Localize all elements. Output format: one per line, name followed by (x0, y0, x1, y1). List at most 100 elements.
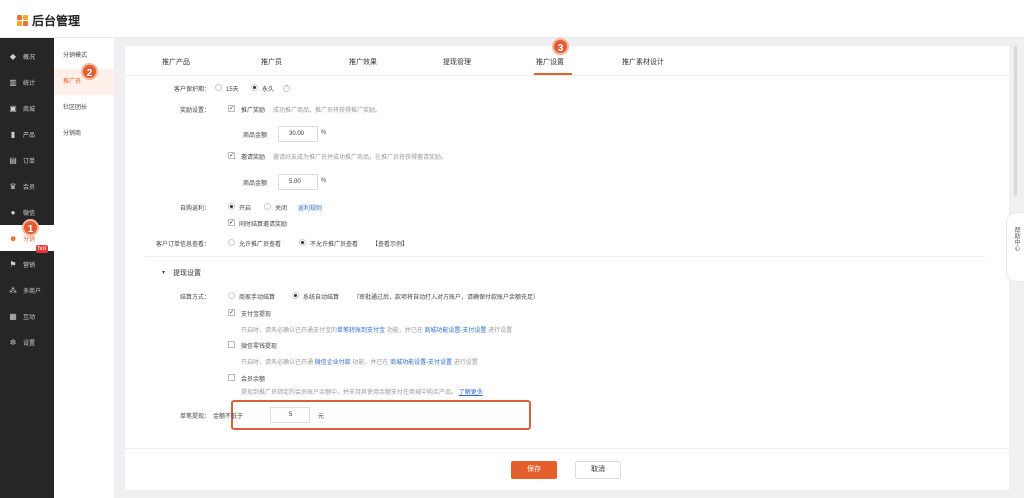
sidebar-item-marketing[interactable]: ⚑ 营销 hot (0, 245, 54, 277)
order-allow-radio[interactable] (228, 239, 235, 246)
settle-manual-text: 商家手动结算 (239, 295, 276, 301)
wechat-pay-settings-link[interactable]: 商城功能设置-支付设置 (390, 360, 452, 366)
hot-badge: hot (35, 245, 48, 253)
wechat-pay-link[interactable]: 微信企业付款 (315, 360, 351, 366)
self-buy-on-text: 开启 (239, 206, 252, 212)
step-marker-1: 1 (22, 219, 39, 236)
settle-desc: （审批通过后，款项将自动打入对方账户，请确保付款账户余额充足） (353, 295, 540, 301)
amount2-input[interactable]: 5.00 (278, 174, 318, 190)
amount1-label: 商品金额 (243, 133, 268, 139)
merchant-icon: ⁂ (9, 285, 17, 295)
promote-reward-checkbox[interactable]: ✓ (228, 105, 235, 112)
withdraw-section-title: 提现设置 (173, 270, 201, 277)
also-invite-text: 同时结算邀请奖励 (239, 222, 288, 228)
settle-auto-text: 系统自动结算 (303, 295, 340, 301)
wechat-change-checkbox[interactable] (228, 341, 235, 348)
tab-promoters[interactable]: 推广员 (261, 57, 282, 67)
view-example-link[interactable]: 【查看示例】 (372, 239, 408, 248)
percent2: % (321, 178, 327, 184)
footer-bar: 保存 取消 (125, 448, 1009, 490)
alipay-text: 支付宝提现 (241, 312, 272, 318)
settle-auto-radio[interactable] (292, 292, 299, 299)
sidebar-item-interact[interactable]: ▦ 互动 (0, 303, 54, 329)
product-icon: ▮ (10, 129, 16, 139)
sidebar-item-settings[interactable]: ✲ 设置 (0, 329, 54, 355)
promote-reward-desc: 成功推广商品，推广员将获得推广奖励。 (273, 108, 382, 114)
cancel-button[interactable]: 取消 (575, 461, 621, 479)
protect-forever-text: 永久 (262, 87, 275, 93)
interact-icon: ▦ (9, 311, 17, 321)
save-button[interactable]: 保存 (511, 461, 557, 479)
member-balance-text: 会员余额 (241, 377, 266, 383)
sidebar-item-product[interactable]: ▮ 产品 (0, 121, 54, 147)
section-divider (145, 256, 985, 257)
protect-15days-text: 15天 (226, 87, 239, 93)
sidebar-item-store[interactable]: ▣ 商城 (0, 95, 54, 121)
help-icon[interactable]: ? (283, 85, 290, 92)
settings-form: 客户保护期： 15天 永久 ? 奖励设置： ✓ 推广奖励 成功推广商品，推广员将… (125, 76, 1009, 454)
dashboard-icon: ◆ (9, 51, 17, 61)
order-deny-radio[interactable] (299, 239, 306, 246)
sidebar-item-overview[interactable]: ◆ 概况 (0, 43, 54, 69)
order-deny-text: 不允许推广员查看 (310, 242, 359, 248)
store-icon: ▣ (9, 103, 17, 113)
user-share-icon: ☻ (9, 233, 18, 243)
tab-promote-settings[interactable]: 推广设置 (536, 57, 564, 67)
also-invite-checkbox[interactable]: ✓ (228, 219, 235, 226)
collapse-chevron-icon[interactable]: ▾ (162, 269, 165, 276)
scrollbar[interactable] (1014, 46, 1017, 196)
self-buy-label: 自购返利： (179, 206, 210, 212)
app-title: 后台管理 (32, 14, 81, 28)
wechat-desc: 开启时，请务必确认已开通 微信企业付款 功能，并已在 商城功能设置-支付设置 进… (241, 360, 478, 366)
order-allow-text: 允许推广员查看 (239, 242, 282, 248)
protect-15days-radio[interactable] (215, 84, 222, 91)
sidebar-item-order[interactable]: ▤ 订单 (0, 147, 54, 173)
wechat-icon: ● (10, 207, 16, 217)
min-amount-label: 金额不低于 (213, 414, 244, 420)
flag-icon: ⚑ (9, 259, 17, 269)
rebate-rule-link[interactable]: 返利规则 (298, 203, 322, 212)
amount2-label: 商品金额 (243, 181, 268, 187)
min-amount-input[interactable]: 5 (270, 407, 310, 423)
alipay-transfer-link[interactable]: 单笔转账到支付宝 (337, 328, 385, 334)
settle-label: 结算方式： (179, 295, 210, 301)
order-icon: ▤ (9, 155, 17, 165)
tab-promote-effect[interactable]: 推广效果 (349, 57, 377, 67)
invite-reward-checkbox[interactable]: ✓ (228, 152, 235, 159)
top-bar: 后台管理 (0, 0, 1024, 38)
settle-manual-radio[interactable] (228, 292, 235, 299)
app-logo[interactable]: 后台管理 (17, 12, 80, 29)
self-buy-off-radio[interactable] (264, 203, 271, 210)
self-buy-on-radio[interactable] (228, 203, 235, 210)
tab-promote-material[interactable]: 推广素材设计 (622, 57, 664, 67)
wechat-change-text: 微信零钱提现 (241, 344, 278, 350)
alipay-pay-settings-link[interactable]: 商城功能设置-支付设置 (424, 328, 486, 334)
alipay-checkbox[interactable]: ✓ (228, 309, 235, 316)
percent1: % (321, 130, 327, 136)
subnav-item-distributor[interactable]: 分销商 (54, 121, 114, 147)
main-panel: 推广产品 推广员 推广效果 提现管理 推广设置 推广素材设计 客户保护期： 15… (125, 46, 1009, 490)
invite-reward-desc: 邀请好友成为推广员并成功推广商品，在推广员将获得邀请奖励。 (273, 155, 448, 161)
protect-forever-radio[interactable] (251, 84, 258, 91)
tab-withdraw-manage[interactable]: 提现管理 (443, 57, 471, 67)
stats-icon: ▥ (9, 77, 17, 87)
sidebar-item-stats[interactable]: ▥ 统计 (0, 69, 54, 95)
member-balance-checkbox[interactable] (228, 374, 235, 381)
amount1-input[interactable]: 30.00 (278, 126, 318, 142)
sidebar-item-member[interactable]: ♛ 会员 (0, 173, 54, 199)
help-center-tab[interactable]: 帮助中心 (1006, 212, 1024, 282)
sidebar-item-merchant[interactable]: ⁂ 多商户 (0, 277, 54, 303)
yuan-unit: 元 (318, 414, 325, 420)
tab-promote-products[interactable]: 推广产品 (162, 57, 190, 67)
subnav-item-community[interactable]: 社区团长 (54, 95, 114, 121)
logo-icon (17, 15, 28, 26)
active-tab-underline (534, 73, 572, 75)
sub-sidebar: 分销模式 推广员 社区团长 分销商 (54, 38, 115, 498)
member-balance-desc: 提现到推广员绑定的会员账户余额中，并支持其使用余额支付在商城中购买产品。 了解更… (241, 390, 483, 396)
reward-label: 奖励设置： (179, 108, 210, 114)
alipay-desc: 开启时，请务必确认已开通支付宝的单笔转账到支付宝 功能，并已在 商城功能设置-支… (241, 328, 513, 334)
learn-more-link[interactable]: 了解更多 (459, 390, 483, 396)
promote-reward-text: 推广奖励 (241, 108, 266, 114)
protect-period-label: 客户保护期： (173, 87, 210, 93)
self-buy-off-text: 关闭 (275, 206, 288, 212)
